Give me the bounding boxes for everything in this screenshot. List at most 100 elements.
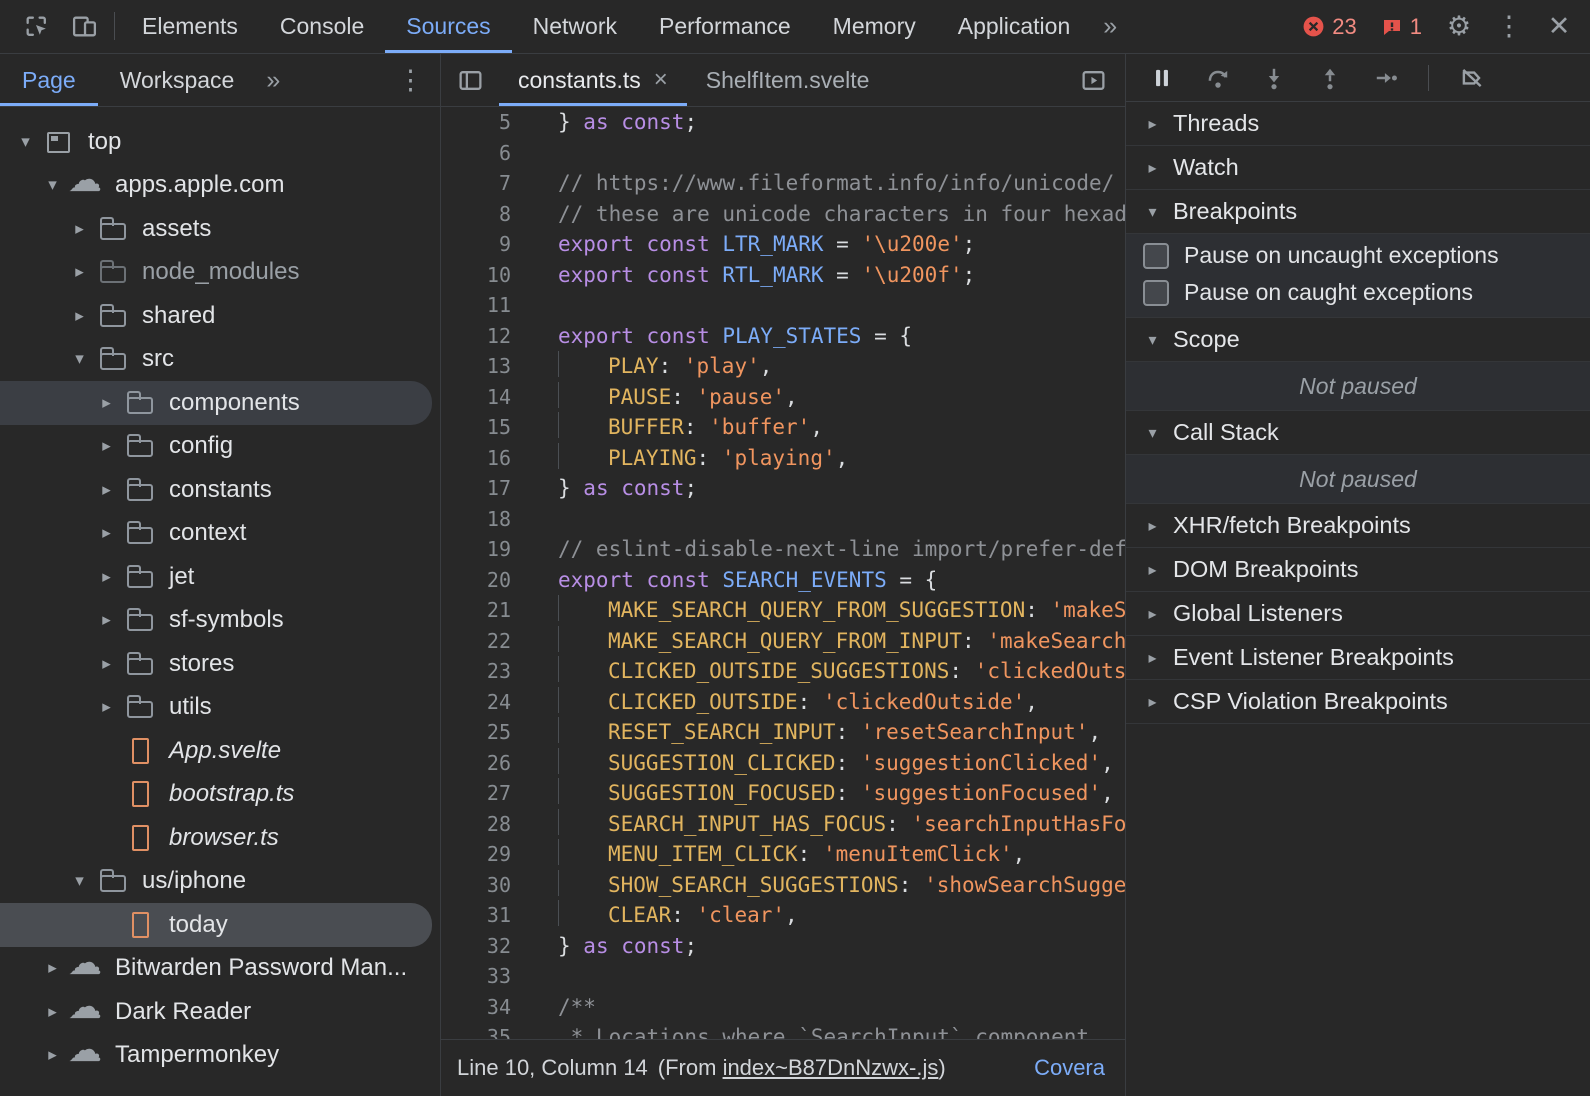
tab-performance[interactable]: Performance — [638, 0, 812, 53]
close-devtools-icon[interactable]: ✕ — [1538, 0, 1580, 53]
step-out-button[interactable] — [1316, 64, 1343, 91]
chevron-right-icon[interactable]: ▸ — [93, 567, 120, 587]
line-number[interactable]: 30 — [441, 870, 511, 901]
tree-item-utils[interactable]: ▸utils — [0, 686, 432, 730]
code-text[interactable]: export const PLAY_STATES = { — [558, 321, 912, 352]
code-text[interactable]: SHOW_SEARCH_SUGGESTIONS: 'showSearchSugg… — [558, 870, 1125, 901]
tree-item-bitwarden-password-man[interactable]: ▸Bitwarden Password Man... — [0, 947, 432, 991]
line-number[interactable]: 19 — [441, 534, 511, 565]
code-text[interactable]: BUFFER: 'buffer', — [558, 412, 823, 443]
line-number[interactable]: 9 — [441, 229, 511, 260]
tree-item-top[interactable]: ▾top — [0, 120, 432, 164]
line-number[interactable]: 25 — [441, 717, 511, 748]
code-text[interactable]: MENU_ITEM_CLICK: 'menuItemClick', — [558, 839, 1025, 870]
line-number[interactable]: 6 — [441, 138, 511, 169]
code-text[interactable]: /** — [558, 992, 596, 1023]
line-number[interactable]: 31 — [441, 900, 511, 931]
tree-item-dark-reader[interactable]: ▸Dark Reader — [0, 990, 432, 1034]
tree-item-src[interactable]: ▾src — [0, 338, 432, 382]
chevron-right-icon[interactable]: ▸ — [93, 393, 120, 413]
editor-tab-constants-ts[interactable]: constants.ts × — [499, 54, 687, 106]
chevron-right-icon[interactable]: ▸ — [93, 480, 120, 500]
chevron-right-icon[interactable]: ▸ — [93, 523, 120, 543]
step-into-button[interactable] — [1260, 64, 1287, 91]
line-number[interactable]: 27 — [441, 778, 511, 809]
device-toolbar-button[interactable] — [60, 0, 108, 53]
chevron-right-icon[interactable]: ▸ — [66, 262, 93, 282]
line-number[interactable]: 12 — [441, 321, 511, 352]
tab-memory[interactable]: Memory — [812, 0, 937, 53]
source-file-link[interactable]: index~B87DnNzwx-.js — [723, 1055, 939, 1080]
line-number[interactable]: 13 — [441, 351, 511, 382]
code-text[interactable]: PLAYING: 'playing', — [558, 443, 848, 474]
code-text[interactable]: // these are unicode characters in four … — [558, 199, 1125, 230]
tree-item-apps-apple-com[interactable]: ▾apps.apple.com — [0, 164, 432, 208]
tree-item-us-iphone[interactable]: ▾us/iphone — [0, 860, 432, 904]
line-number[interactable]: 21 — [441, 595, 511, 626]
line-number[interactable]: 24 — [441, 687, 511, 718]
code-text[interactable]: PAUSE: 'pause', — [558, 382, 798, 413]
code-text[interactable]: export const RTL_MARK = '\u200f'; — [558, 260, 975, 291]
tree-item-assets[interactable]: ▸assets — [0, 207, 432, 251]
code-text[interactable]: CLEAR: 'clear', — [558, 900, 798, 931]
more-navigator-tabs-button[interactable]: » — [256, 54, 290, 106]
code-text[interactable]: export const SEARCH_EVENTS = { — [558, 565, 937, 596]
chevron-right-icon[interactable]: ▸ — [39, 1002, 66, 1022]
tree-item-today[interactable]: today — [0, 903, 432, 947]
code-text[interactable]: SUGGESTION_CLICKED: 'suggestionClicked', — [558, 748, 1114, 779]
file-tree[interactable]: ▾top▾apps.apple.com▸assets▸node_modules▸… — [0, 107, 440, 1096]
line-number[interactable]: 23 — [441, 656, 511, 687]
chevron-right-icon[interactable]: ▸ — [66, 219, 93, 239]
line-number[interactable]: 14 — [441, 382, 511, 413]
coverage-link[interactable]: Covera — [1034, 1055, 1109, 1081]
line-number[interactable]: 22 — [441, 626, 511, 657]
section-header-global-listeners[interactable]: ▸Global Listeners — [1126, 591, 1590, 635]
tree-item-components[interactable]: ▸components — [0, 381, 432, 425]
line-number[interactable]: 26 — [441, 748, 511, 779]
tree-item-tampermonkey[interactable]: ▸Tampermonkey — [0, 1034, 432, 1078]
chevron-right-icon[interactable]: ▸ — [39, 1045, 66, 1065]
line-number[interactable]: 5 — [441, 107, 511, 138]
chevron-right-icon[interactable]: ▸ — [93, 654, 120, 674]
tree-item-app-svelte[interactable]: App.svelte — [0, 729, 432, 773]
chevron-right-icon[interactable]: ▸ — [93, 610, 120, 630]
code-text[interactable]: MAKE_SEARCH_QUERY_FROM_SUGGESTION: 'make… — [558, 595, 1125, 626]
line-number[interactable]: 7 — [441, 168, 511, 199]
line-number[interactable]: 15 — [441, 412, 511, 443]
tab-network[interactable]: Network — [512, 0, 638, 53]
chevron-right-icon[interactable]: ▸ — [66, 306, 93, 326]
tab-console[interactable]: Console — [259, 0, 385, 53]
line-number[interactable]: 11 — [441, 290, 511, 321]
tab-elements[interactable]: Elements — [121, 0, 259, 53]
line-number[interactable]: 18 — [441, 504, 511, 535]
tab-page[interactable]: Page — [0, 54, 98, 106]
section-header-scope[interactable]: ▾Scope — [1126, 317, 1590, 361]
code-text[interactable]: CLICKED_OUTSIDE_SUGGESTIONS: 'clickedOut… — [558, 656, 1125, 687]
issues-badge[interactable]: 1 — [1373, 14, 1430, 40]
chevron-down-icon[interactable]: ▾ — [66, 871, 93, 891]
checkbox-icon[interactable] — [1143, 243, 1169, 269]
code-text[interactable]: MAKE_SEARCH_QUERY_FROM_INPUT: 'makeSearc… — [558, 626, 1125, 657]
code-text[interactable]: SEARCH_INPUT_HAS_FOCUS: 'searchInputHasF… — [558, 809, 1125, 840]
section-header-dom-breakpoints[interactable]: ▸DOM Breakpoints — [1126, 547, 1590, 591]
tree-item-jet[interactable]: ▸jet — [0, 555, 432, 599]
chevron-down-icon[interactable]: ▾ — [12, 132, 39, 152]
line-number[interactable]: 20 — [441, 565, 511, 596]
tab-workspace[interactable]: Workspace — [98, 54, 257, 106]
chevron-down-icon[interactable]: ▾ — [39, 175, 66, 195]
tree-item-constants[interactable]: ▸constants — [0, 468, 432, 512]
line-number[interactable]: 33 — [441, 961, 511, 992]
step-button[interactable] — [1372, 64, 1399, 91]
line-number[interactable]: 34 — [441, 992, 511, 1023]
code-lines[interactable]: 5} as const;67// https://www.fileformat.… — [441, 107, 1125, 1096]
close-tab-icon[interactable]: × — [654, 66, 668, 94]
code-text[interactable]: CLICKED_OUTSIDE: 'clickedOutside', — [558, 687, 1038, 718]
step-over-button[interactable] — [1204, 64, 1231, 91]
line-number[interactable]: 10 — [441, 260, 511, 291]
inspect-element-button[interactable] — [12, 0, 60, 53]
code-text[interactable]: PLAY: 'play', — [558, 351, 772, 382]
tree-item-browser-ts[interactable]: browser.ts — [0, 816, 432, 860]
tree-item-config[interactable]: ▸config — [0, 425, 432, 469]
tree-item-sf-symbols[interactable]: ▸sf-symbols — [0, 599, 432, 643]
line-number[interactable]: 28 — [441, 809, 511, 840]
